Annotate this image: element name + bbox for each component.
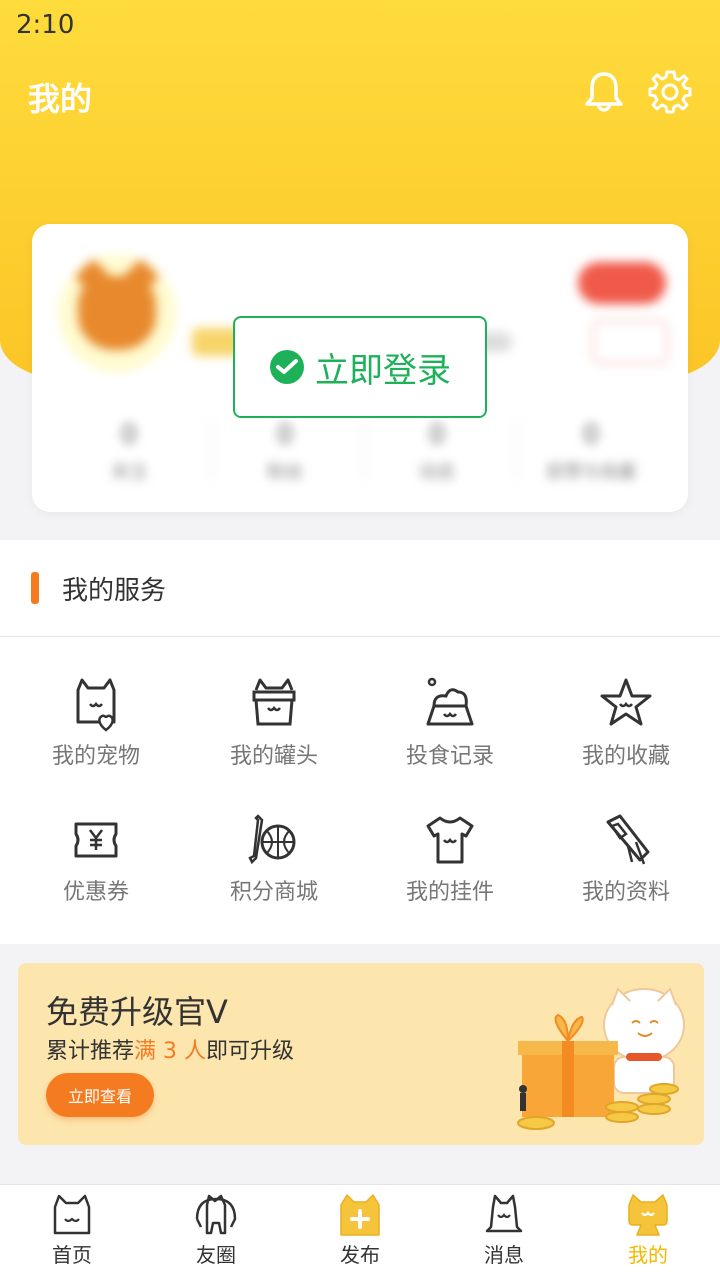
service-my-profile[interactable]: 我的资料 [538,812,714,932]
promo-subtitle: 累计推荐满 3 人即可升级 [46,1039,295,1064]
service-label: 积分商城 [229,880,318,905]
login-button[interactable]: 立即登录 [233,316,487,418]
cat-home-icon [53,1194,91,1235]
page-title: 我的 [28,80,93,118]
section-title-bar [31,572,39,604]
service-label: 我的罐头 [229,744,318,769]
star-icon [600,678,652,726]
can-basket-icon [252,678,296,726]
pet-heart-icon [76,678,116,732]
tab-mine[interactable]: 我的 [576,1193,720,1268]
section-title: 我的服务 [62,576,167,606]
ball-bone-icon [248,814,296,865]
service-my-cans[interactable]: 我的罐头 [186,676,362,796]
tab-label: 消息 [484,1243,524,1267]
coupon-icon [74,822,118,858]
cat-profile-icon [628,1194,668,1236]
tab-label: 我的 [628,1243,668,1267]
cat-circle-icon [195,1194,237,1235]
bell-icon[interactable] [580,68,628,116]
feed-bowl-icon [426,677,474,726]
service-label: 我的挂件 [405,880,494,905]
service-coupons[interactable]: 优惠券 [8,812,184,932]
service-label: 优惠券 [62,880,129,905]
service-label: 投食记录 [405,744,494,769]
tab-friends[interactable]: 友圈 [144,1193,288,1268]
service-my-pendants[interactable]: 我的挂件 [362,812,538,932]
avatar [58,254,176,372]
tab-label: 发布 [340,1243,380,1267]
service-feed-records[interactable]: 投食记录 [362,676,538,796]
service-points-mall[interactable]: 积分商城 [186,812,362,932]
login-label: 立即登录 [315,350,451,391]
tab-post[interactable]: 发布 [288,1193,432,1268]
tab-label: 首页 [52,1243,92,1267]
id-tag-icon [606,814,650,865]
service-label: 我的资料 [581,880,670,905]
tshirt-icon [426,816,474,864]
my-services-section: 我的服务 我的宠物 我的罐头 投食记录 我的收藏 优惠券 积分商城 我的挂件 我… [0,540,720,944]
service-my-favorites[interactable]: 我的收藏 [538,676,714,796]
tab-messages[interactable]: 消息 [432,1193,576,1268]
service-my-pets[interactable]: 我的宠物 [8,676,184,796]
service-label: 我的收藏 [581,744,670,769]
wechat-icon [270,350,304,384]
promo-view-button[interactable]: 立即查看 [46,1073,154,1117]
cat-bell-icon [485,1194,523,1233]
divider [0,636,720,637]
promo-highlight: 满 3 人 [134,1039,206,1064]
gear-icon[interactable] [646,68,694,116]
status-time: 2:10 [16,10,75,40]
tab-label: 友圈 [196,1243,236,1267]
upgrade-promo-banner[interactable]: 免费升级官V 累计推荐满 3 人即可升级 立即查看 [18,963,704,1145]
tab-home[interactable]: 首页 [0,1193,144,1268]
bottom-tab-bar: 首页 友圈 发布 消息 我的 [0,1184,720,1281]
service-label: 我的宠物 [51,744,140,769]
add-post-icon [340,1194,380,1236]
promo-title: 免费升级官V [46,993,228,1031]
lucky-cat-gift-illustration [517,987,685,1130]
